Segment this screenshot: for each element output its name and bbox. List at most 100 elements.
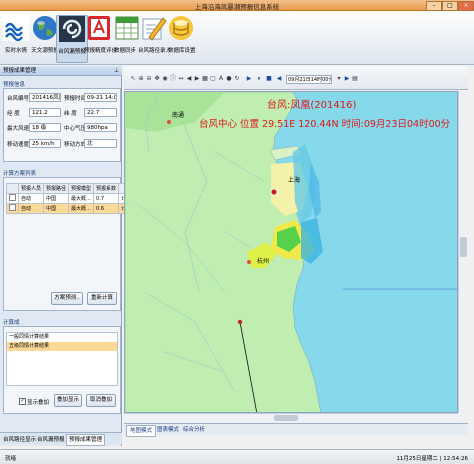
latitude-field[interactable]: 22.7 xyxy=(84,108,117,117)
zoom-out-icon[interactable]: ⊖ xyxy=(146,76,152,82)
tab-map-mode[interactable]: 地图模式 xyxy=(126,425,157,437)
overlay-cancel-button[interactable]: 取消叠加 xyxy=(86,394,116,407)
minimize-button[interactable]: – xyxy=(426,1,442,11)
overlay-checkbox-label: 显示叠加 xyxy=(27,400,50,406)
status-text: 就绪 xyxy=(5,456,17,462)
forecast-time-select[interactable]: 09-21 14:00 xyxy=(84,93,117,102)
city-label-hangzhou: 杭州 xyxy=(257,258,270,265)
select-icon[interactable]: ▢ xyxy=(210,76,216,82)
export-icon[interactable]: ▤ xyxy=(352,76,358,82)
table-cell: 0.7 xyxy=(93,193,120,204)
forecast-time-label: 预报时间 xyxy=(64,96,87,102)
calc-group-label: 计算方案列表 xyxy=(3,171,37,177)
tab-typhoon-forecast[interactable]: 台风漏预报 xyxy=(37,435,65,443)
typhoon-center-marker[interactable] xyxy=(237,319,243,325)
tab-result-management[interactable]: 预报成果管理 xyxy=(66,434,106,446)
close-button[interactable]: × xyxy=(458,1,474,11)
pin-icon[interactable]: ⊥ xyxy=(114,66,119,76)
accuracy-eval-button[interactable]: 预报精度评价 xyxy=(84,15,118,61)
database-icon xyxy=(169,16,193,40)
stop-icon[interactable]: ■ xyxy=(266,76,272,82)
maximize-button[interactable]: □ xyxy=(442,1,458,11)
status-clock: 11月25日星期二 | 12:54:26 xyxy=(396,456,468,462)
overlay-show-button[interactable]: 叠加显示 xyxy=(54,394,82,407)
pressure-field[interactable]: 980hpa xyxy=(84,123,117,132)
calc-scheme-group: 预报人员 预报路径 预报模型 预报系数 状态 自动 中国 最大概... 0.7 … xyxy=(3,177,145,311)
row-checkbox[interactable] xyxy=(6,203,19,214)
track-entry-label: 台风路径录入 xyxy=(138,48,172,54)
row-checkbox[interactable] xyxy=(6,193,19,204)
map-view[interactable]: 南通 上海 杭州 台风:凤凰(201416) 台风中心 位置 29.51E 12… xyxy=(124,91,458,413)
track-entry-button[interactable]: 台风路径录入 xyxy=(138,15,172,61)
full-extent-icon[interactable]: ◉ xyxy=(162,76,168,82)
zoom-in-icon[interactable]: ⊕ xyxy=(138,76,144,82)
vertical-scrollbar[interactable] xyxy=(458,91,468,413)
move-direction-field[interactable]: 北 xyxy=(84,139,117,148)
table-cell: 中国 xyxy=(43,193,70,204)
city-marker-hangzhou[interactable] xyxy=(247,260,251,264)
database-settings-button[interactable]: 数据库设置 xyxy=(168,15,196,61)
longitude-label: 经 度 xyxy=(7,111,20,117)
horizontal-scrollbar[interactable] xyxy=(124,413,458,422)
point-icon[interactable]: ● xyxy=(226,76,232,82)
map-toolbar: ↖ ⊕ ⊖ ✥ ◉ ⓘ ↔ ◀ ▶ ▦ ▢ A ● ↻ ▶ ⏸ ■ ◀ 09月2… xyxy=(124,66,468,90)
list-item[interactable]: 一般同情计算结果 xyxy=(7,333,117,342)
label-icon[interactable]: A xyxy=(218,76,224,82)
list-item-selected[interactable]: 五级同情计算结果 xyxy=(7,342,117,351)
column-header[interactable]: 预报路径 xyxy=(43,183,70,194)
forward-icon[interactable]: ▶ xyxy=(194,76,200,82)
pan-icon[interactable]: ✥ xyxy=(154,76,160,82)
layer-icon[interactable]: ▦ xyxy=(202,76,208,82)
realtime-water-button[interactable]: 实时水情 xyxy=(2,15,30,61)
next-frame-icon[interactable]: ▶ xyxy=(344,76,350,82)
time-select[interactable]: 09月21日14时00分 xyxy=(286,75,332,84)
overlay-checkbox[interactable]: ✓ xyxy=(19,398,26,405)
info-icon[interactable]: ⓘ xyxy=(170,76,176,82)
view-scheme-button[interactable]: 方案预测.. xyxy=(51,292,83,305)
data-sync-button[interactable]: 数据同步 xyxy=(114,15,139,61)
scroll-thumb[interactable] xyxy=(274,415,298,421)
city-label-nantong: 南通 xyxy=(172,112,185,119)
column-header[interactable]: 预报人员 xyxy=(17,183,45,194)
left-panel: 预报成果管理 ⊥ 预报信息 台风编号 201416凤凰 预报时间 09-21 1… xyxy=(0,66,145,446)
measure-icon[interactable]: ↔ xyxy=(178,76,184,82)
typhoon-position-banner: 台风中心 位置 29.51E 120.44N 时间:09月23日04时00分 xyxy=(199,119,451,130)
pause-icon[interactable]: ⏸ xyxy=(256,76,262,82)
table-cell: 自动 xyxy=(17,203,45,214)
tab-typhoon-track[interactable]: 台风路径显示 xyxy=(3,435,36,443)
longitude-field[interactable]: 121.2 xyxy=(29,108,61,117)
left-panel-tabs: 台风路径显示 台风漏预报 预报成果管理 xyxy=(0,432,122,446)
dropdown-arrow-icon[interactable]: ▾ xyxy=(336,76,342,82)
move-direction-label: 移动方向 xyxy=(64,142,87,148)
result-group: 一般同情计算结果 五级同情计算结果 ✓ 显示叠加 叠加显示 取消叠加 xyxy=(3,326,121,414)
column-header xyxy=(6,183,19,194)
table-cell: 0.6 xyxy=(93,203,120,214)
city-label-shanghai: 上海 xyxy=(288,177,301,184)
result-list: 一般同情计算结果 五级同情计算结果 xyxy=(6,332,118,386)
back-icon[interactable]: ◀ xyxy=(186,76,192,82)
spreadsheet-icon xyxy=(115,16,139,40)
city-marker-nantong[interactable] xyxy=(167,120,171,124)
column-header[interactable]: 预报模型 xyxy=(68,183,95,194)
tab-analysis[interactable]: 综合分析 xyxy=(180,425,208,435)
recalculate-button[interactable]: 重新计算 xyxy=(87,292,117,305)
typhoon-number-field[interactable]: 201416凤凰 xyxy=(29,93,61,102)
column-header[interactable]: 预报系数 xyxy=(93,183,120,194)
scroll-thumb[interactable] xyxy=(460,237,467,257)
forecast-info-group: 台风编号 201416凤凰 预报时间 09-21 14:00 经 度 121.2… xyxy=(3,88,121,162)
map-canvas[interactable] xyxy=(125,92,458,413)
refresh-icon[interactable]: ↻ xyxy=(234,76,240,82)
tab-chart-mode[interactable]: 图表模式 xyxy=(154,425,182,435)
move-speed-field[interactable]: 25 km/h xyxy=(29,139,61,148)
prev-frame-icon[interactable]: ◀ xyxy=(276,76,282,82)
city-marker-shanghai[interactable] xyxy=(270,188,278,196)
play-icon[interactable]: ▶ xyxy=(246,76,252,82)
wave-icon xyxy=(3,15,29,41)
max-wind-label: 最大风速 xyxy=(7,126,30,132)
table-cell: 中国 xyxy=(43,203,70,214)
cursor-icon[interactable]: ↖ xyxy=(130,76,136,82)
status-bar: 就绪 11月25日星期二 | 12:54:26 xyxy=(0,449,474,464)
typhoon-number-label: 台风编号 xyxy=(7,96,30,102)
max-wind-field[interactable]: 18 级 xyxy=(29,123,61,132)
accuracy-eval-label: 预报精度评价 xyxy=(84,48,118,54)
